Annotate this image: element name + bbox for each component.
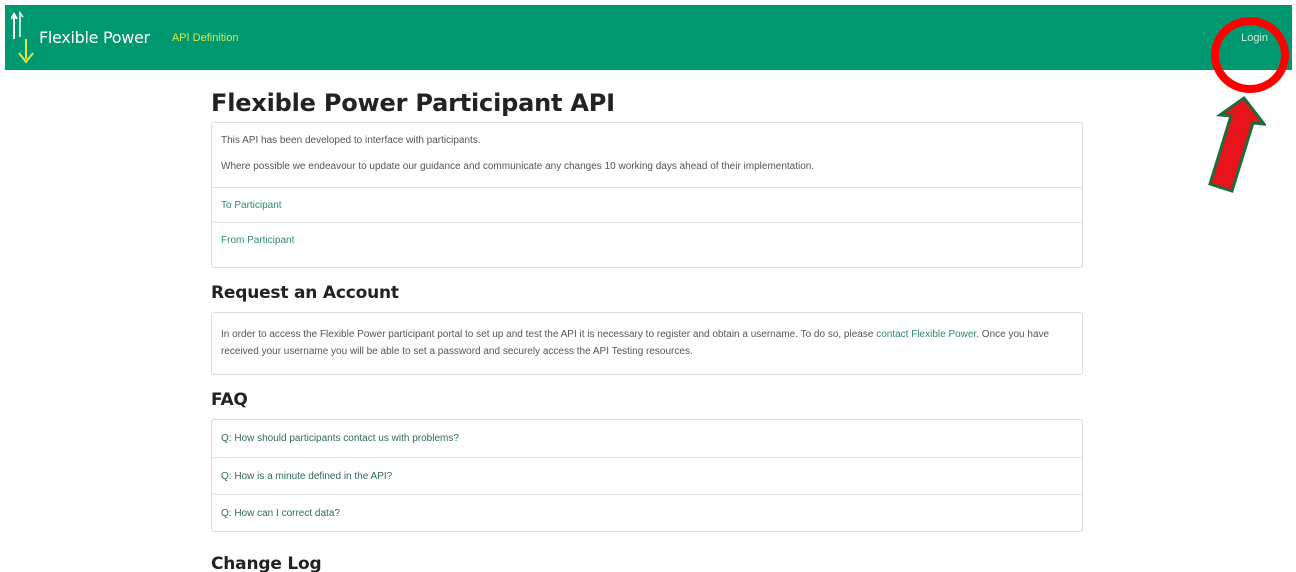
logo-icon: [11, 10, 34, 64]
link-from-participant[interactable]: From Participant: [212, 222, 1082, 257]
main-content: Flexible Power Participant API This API …: [211, 84, 1083, 572]
top-navbar: Flexible Power API Definition Login: [5, 5, 1292, 70]
link-to-participant[interactable]: To Participant: [212, 187, 1082, 222]
nav-api-definition[interactable]: API Definition: [172, 32, 239, 44]
annotation-circle-icon: [1211, 17, 1289, 93]
intro-line-1: This API has been developed to interface…: [221, 135, 481, 146]
brand[interactable]: Flexible Power: [11, 5, 150, 70]
faq-item[interactable]: Q: How is a minute defined in the API?: [212, 457, 1082, 494]
faq-item[interactable]: Q: How should participants contact us wi…: [212, 420, 1082, 457]
faq-title: FAQ: [211, 390, 248, 410]
faq-panel: Q: How should participants contact us wi…: [211, 419, 1083, 532]
intro-panel: This API has been developed to interface…: [211, 122, 1083, 268]
request-account-text-1: In order to access the Flexible Power pa…: [221, 329, 874, 340]
intro-line-2: Where possible we endeavour to update ou…: [221, 161, 815, 172]
annotation-arrow-icon: [1208, 95, 1266, 193]
faq-item[interactable]: Q: How can I correct data?: [212, 494, 1082, 531]
brand-name: Flexible Power: [39, 28, 150, 47]
change-log-title: Change Log: [211, 554, 322, 572]
page-title: Flexible Power Participant API: [211, 89, 615, 117]
request-account-panel: In order to access the Flexible Power pa…: [211, 312, 1083, 375]
request-account-title: Request an Account: [211, 283, 399, 303]
contact-flexible-power-link[interactable]: contact Flexible Power: [876, 329, 976, 340]
